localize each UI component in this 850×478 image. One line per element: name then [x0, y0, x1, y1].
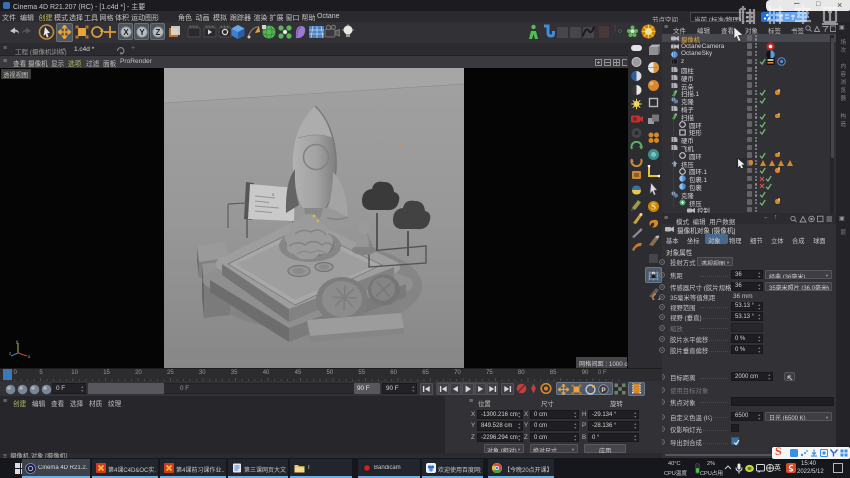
- svg-text:X: X: [123, 28, 129, 37]
- svg-text:x: x: [28, 354, 31, 359]
- svg-text:Y: Y: [139, 28, 145, 37]
- svg-text:P: P: [601, 387, 606, 394]
- svg-text:Z: Z: [155, 28, 160, 37]
- svg-text:y: y: [16, 339, 19, 344]
- svg-text:S: S: [650, 201, 655, 211]
